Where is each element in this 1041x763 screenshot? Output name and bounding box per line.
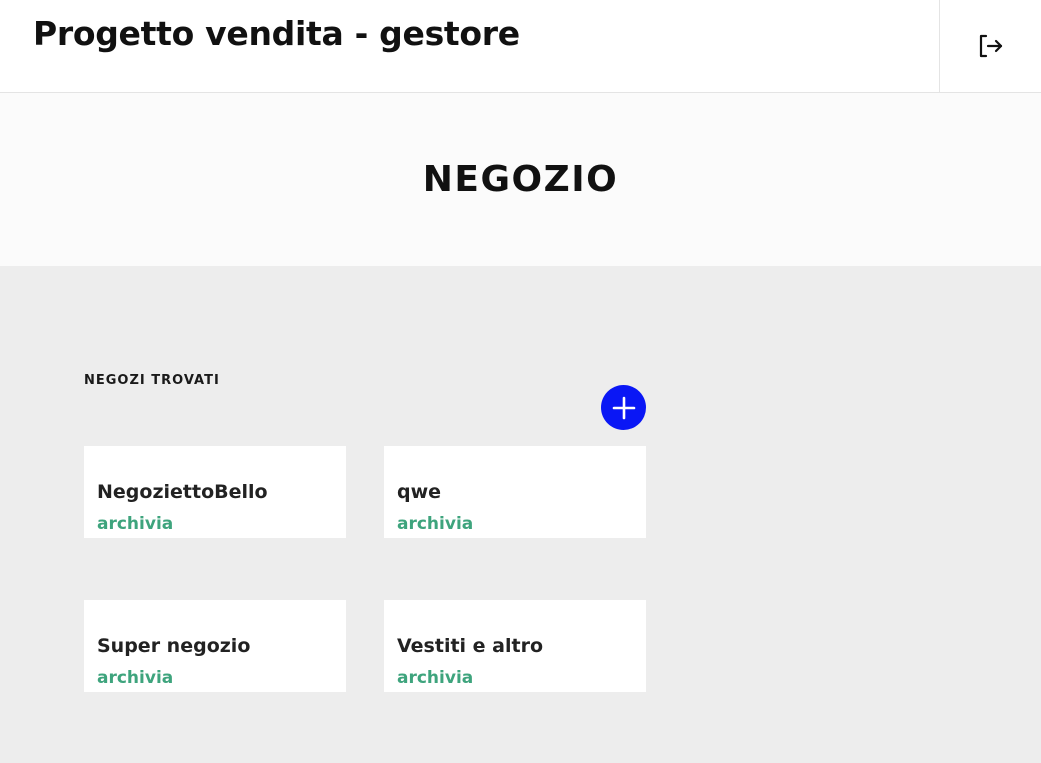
plus-icon <box>612 396 635 419</box>
shop-name: Vestiti e altro <box>397 635 544 657</box>
page-title: NEGOZIO <box>422 159 619 200</box>
archive-link[interactable]: archivia <box>397 514 473 534</box>
shop-card: qwe archivia <box>384 446 646 538</box>
archive-link[interactable]: archivia <box>97 514 173 534</box>
logout-button[interactable] <box>939 0 1041 92</box>
shop-card: NegoziettoBello archivia <box>84 446 346 538</box>
top-bar: Progetto vendita - gestore <box>0 0 1041 93</box>
shop-name: NegoziettoBello <box>97 481 268 503</box>
shop-card: Super negozio archivia <box>84 600 346 692</box>
archive-link[interactable]: archivia <box>97 668 173 688</box>
shop-card: Vestiti e altro archivia <box>384 600 646 692</box>
page-hero: NEGOZIO <box>0 93 1041 266</box>
add-shop-button[interactable] <box>601 385 646 430</box>
shops-section-label: NEGOZI TROVATI <box>84 373 220 388</box>
logout-icon <box>979 34 1002 58</box>
archive-link[interactable]: archivia <box>397 668 473 688</box>
shop-name: Super negozio <box>97 635 251 657</box>
shop-name: qwe <box>397 481 442 503</box>
app-title: Progetto vendita - gestore <box>33 14 520 53</box>
